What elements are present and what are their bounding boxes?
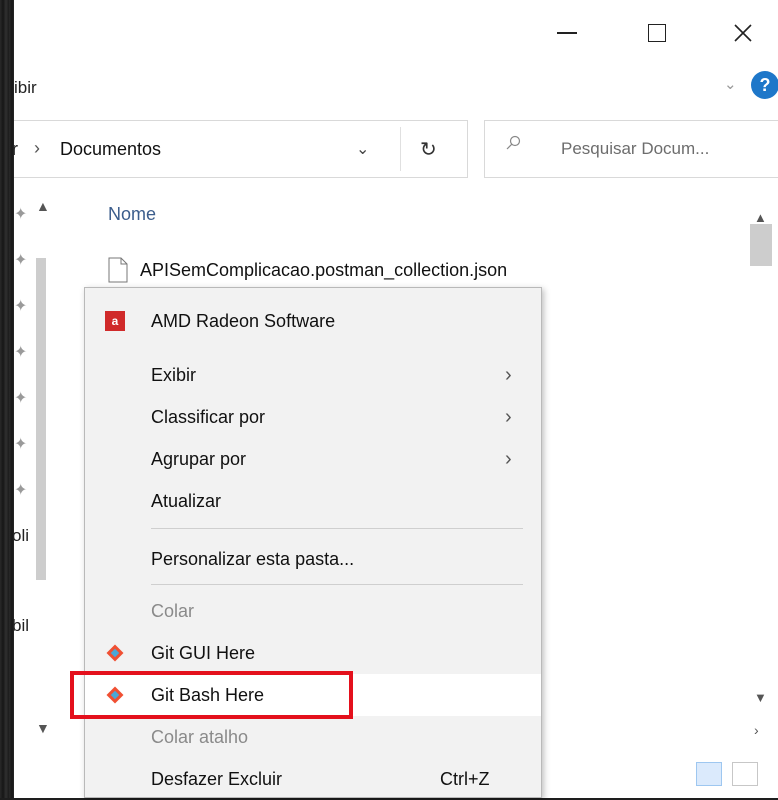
scroll-up-icon[interactable]: ▲	[754, 210, 767, 225]
submenu-arrow-icon: ›	[505, 363, 512, 386]
git-icon	[106, 644, 124, 662]
column-header-name[interactable]: Nome	[108, 204, 156, 225]
menu-item-label: Colar	[151, 600, 195, 621]
minimize-icon	[557, 32, 577, 34]
breadcrumb-previous[interactable]: r	[14, 139, 18, 160]
address-divider	[400, 127, 401, 171]
menu-item-label: AMD Radeon Software	[151, 310, 336, 331]
file-item[interactable]: APISemComplicacao.postman_collection.jso…	[108, 254, 507, 286]
desktop-background	[0, 0, 14, 798]
maximize-button[interactable]	[634, 10, 680, 56]
nav-scrollbar-thumb[interactable]	[36, 258, 46, 580]
nav-item-partial[interactable]: bil	[14, 616, 29, 636]
menu-item-exibir[interactable]: Exibir ›	[85, 354, 541, 396]
large-icons-view-icon[interactable]	[732, 762, 758, 786]
maximize-icon	[648, 24, 666, 42]
nav-scroll-down-icon[interactable]: ▼	[36, 720, 50, 736]
menu-item-colar[interactable]: Colar	[85, 590, 541, 632]
pin-icon: ✦	[14, 344, 28, 361]
pin-icon: ✦	[14, 436, 28, 453]
menu-item-desfazer-excluir[interactable]: Desfazer Excluir Ctrl+Z	[85, 758, 541, 800]
address-bar[interactable]: r › Documentos ⌄ ↻	[14, 120, 468, 178]
search-box[interactable]: Pesquisar Docum...	[484, 120, 778, 178]
minimize-button[interactable]	[544, 10, 590, 56]
menu-item-label: Colar atalho	[151, 726, 249, 747]
menu-item-label: Git GUI Here	[151, 642, 256, 663]
submenu-arrow-icon: ›	[505, 447, 512, 470]
pin-icon: ✦	[14, 298, 28, 315]
close-icon	[734, 24, 752, 42]
content-scrollbar[interactable]: ▲ ▼ ›	[744, 190, 778, 738]
nav-item-partial[interactable]: oli	[14, 526, 29, 546]
menu-item-personalizar-pasta[interactable]: Personalizar esta pasta...	[85, 538, 541, 580]
menu-item-label: Classificar por	[151, 406, 266, 427]
breadcrumb-documentos[interactable]: Documentos	[60, 139, 161, 160]
menu-item-classificar-por[interactable]: Classificar por ›	[85, 396, 541, 438]
ribbon: ibir ⌄ ?	[14, 66, 778, 112]
menu-item-label: Desfazer Excluir	[151, 768, 283, 789]
scroll-right-icon[interactable]: ›	[754, 722, 759, 738]
menu-item-git-gui-here[interactable]: Git GUI Here	[85, 632, 541, 674]
menu-item-label: Exibir	[151, 364, 197, 385]
menu-separator	[151, 584, 523, 585]
search-icon	[506, 135, 521, 150]
view-switcher	[696, 762, 758, 786]
menu-item-shortcut: Ctrl+Z	[440, 768, 490, 789]
search-placeholder: Pesquisar Docum...	[561, 139, 710, 158]
address-dropdown-icon[interactable]: ⌄	[356, 139, 369, 159]
context-menu: a AMD Radeon Software Exibir › Classific…	[84, 287, 542, 798]
menu-item-label: Agrupar por	[151, 448, 247, 469]
menu-item-amd-radeon[interactable]: a AMD Radeon Software	[85, 300, 541, 342]
file-name: APISemComplicacao.postman_collection.jso…	[140, 259, 508, 280]
help-icon[interactable]: ?	[751, 71, 778, 99]
highlight-annotation-box	[70, 671, 353, 719]
menu-item-atualizar[interactable]: Atualizar	[85, 480, 541, 522]
scroll-down-icon[interactable]: ▼	[754, 690, 767, 705]
pin-icon: ✦	[14, 482, 28, 499]
close-button[interactable]	[720, 10, 766, 56]
refresh-icon[interactable]: ↻	[420, 137, 437, 162]
scrollbar-thumb[interactable]	[750, 224, 772, 266]
file-icon	[108, 257, 128, 283]
address-row: r › Documentos ⌄ ↻ Pesquisar Docum...	[14, 120, 778, 182]
pin-icon: ✦	[14, 252, 28, 269]
title-bar	[14, 0, 778, 66]
ribbon-expand-chevron-icon[interactable]: ⌄	[724, 75, 737, 93]
menu-item-colar-atalho[interactable]: Colar atalho	[85, 716, 541, 758]
details-view-icon[interactable]	[696, 762, 722, 786]
menu-item-label: Personalizar esta pasta...	[151, 548, 355, 569]
pin-icon: ✦	[14, 390, 28, 407]
nav-scroll-up-icon[interactable]: ▲	[36, 198, 50, 214]
ribbon-tab-exibir[interactable]: ibir	[14, 78, 37, 98]
menu-item-agrupar-por[interactable]: Agrupar por ›	[85, 438, 541, 480]
amd-icon: a	[105, 311, 125, 331]
breadcrumb-separator-icon[interactable]: ›	[34, 138, 40, 159]
menu-item-label: Atualizar	[151, 490, 222, 511]
submenu-arrow-icon: ›	[505, 405, 512, 428]
pin-icon: ✦	[14, 206, 28, 223]
menu-separator	[151, 528, 523, 529]
navigation-pane: ▲ ✦ ✦ ✦ ✦ ✦ ✦ ✦ oli bil ▼	[14, 190, 78, 736]
